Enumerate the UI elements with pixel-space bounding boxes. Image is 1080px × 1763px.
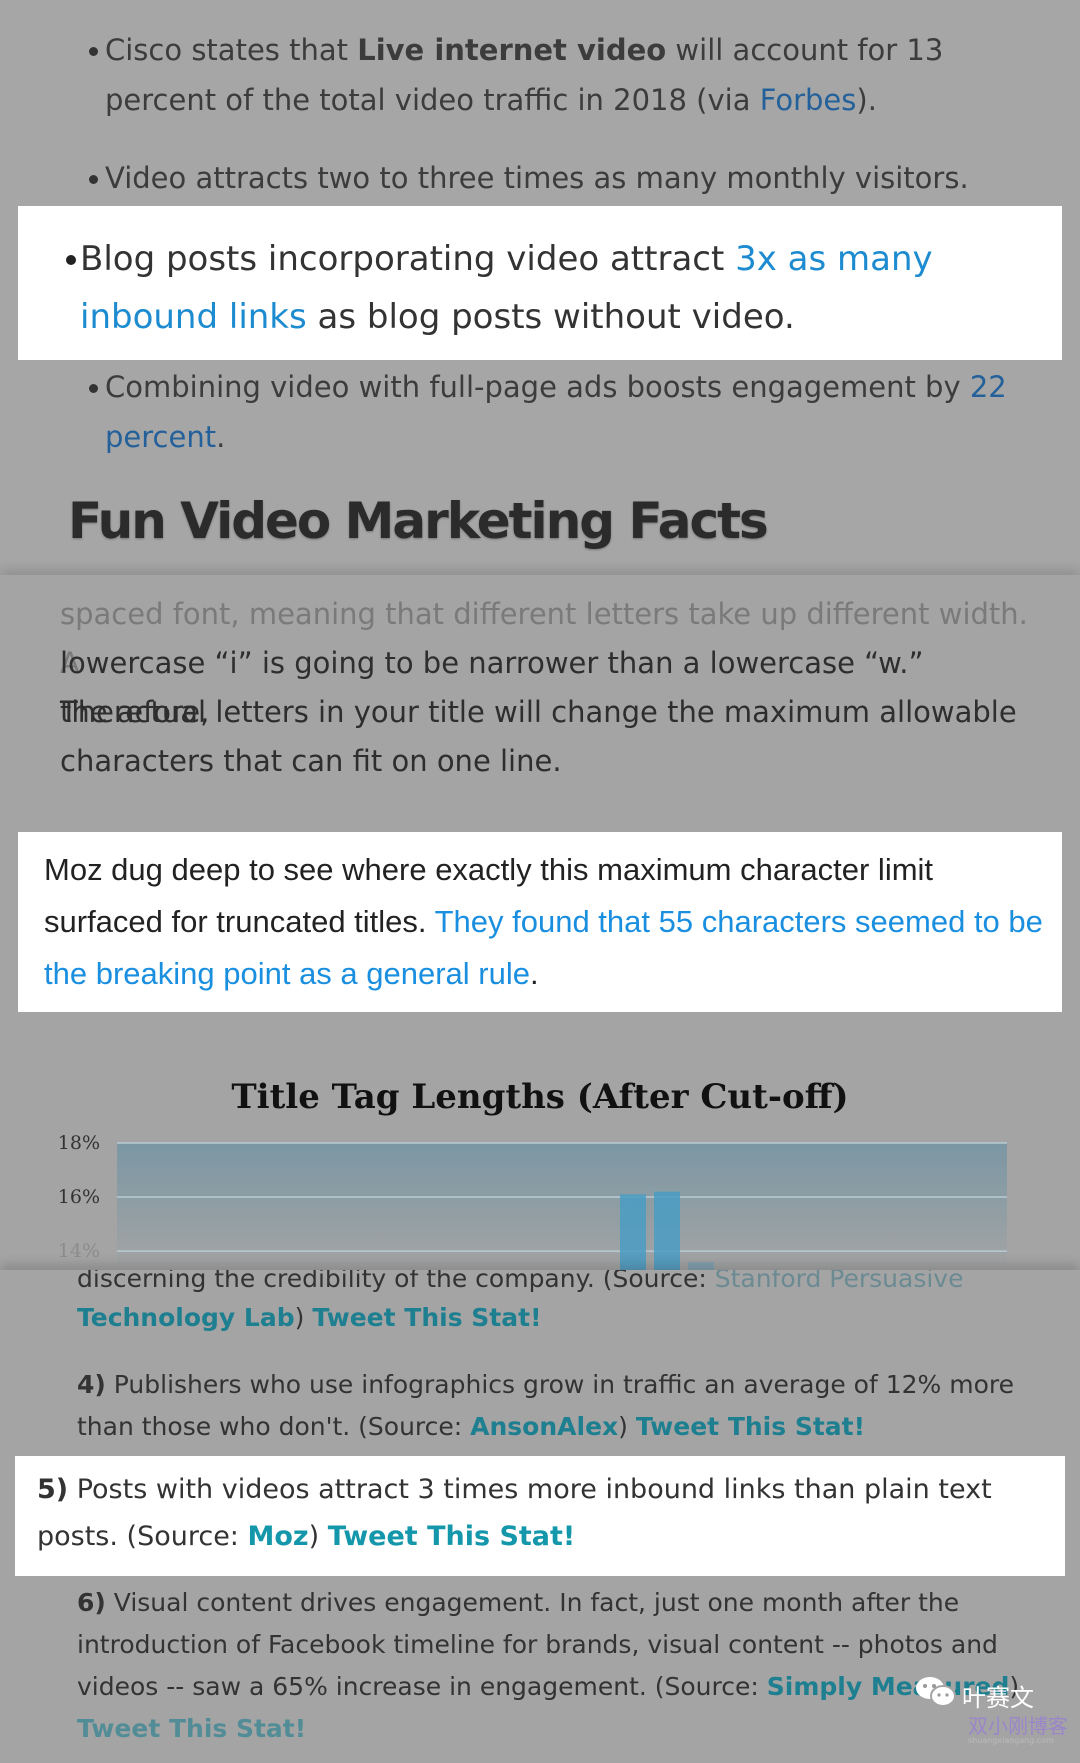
wechat-name: 叶赛文 (962, 1684, 1034, 1712)
bar (654, 1191, 680, 1270)
y-tick-label: 14% (58, 1240, 100, 1262)
section-infographic-stats: discerning the credibility of the compan… (0, 1270, 1080, 1763)
highlight-box: Blog posts incorporating video attract 3… (18, 206, 1062, 360)
highlight-text: Moz dug deep to see where exactly this m… (44, 852, 1043, 991)
y-tick-label: 18% (58, 1135, 100, 1154)
tweet-stat-link[interactable]: Tweet This Stat! (328, 1521, 575, 1552)
list-item: 5) Posts with videos attract 3 times mor… (37, 1474, 992, 1552)
bullet-full-page-ads: Combining video with full-page ads boost… (89, 362, 1035, 462)
moz-link[interactable]: Moz (248, 1521, 309, 1552)
section-title-length: spaced font, meaning that different lett… (0, 575, 1080, 1270)
ansonalex-link[interactable]: AnsonAlex (470, 1412, 618, 1441)
bar-chart: 18% 16% 14% (58, 1135, 1007, 1270)
bullet-visitors: Video attracts two to three times as man… (89, 153, 1035, 203)
highlight-box: 5) Posts with videos attract 3 times mor… (15, 1456, 1065, 1576)
faded-text: discerning the credibility of the compan… (77, 1270, 964, 1293)
wechat-icon (916, 1677, 956, 1707)
highlight-box: Moz dug deep to see where exactly this m… (18, 832, 1062, 1012)
source-line: Technology Lab) Tweet This Stat! (77, 1303, 542, 1332)
y-tick-label: 16% (58, 1186, 100, 1208)
list-item: 4) Publishers who use infographics grow … (77, 1370, 1014, 1441)
section-video-stats: Cisco states that Live internet video wi… (0, 0, 1080, 575)
watermark: 叶赛文 双小刚博客 shuangxiaogang.com (910, 1672, 1070, 1757)
blog-url: shuangxiaogang.com (968, 1736, 1054, 1745)
text-line: characters that can fit on one line. (60, 744, 562, 778)
tweet-stat-link[interactable]: Tweet This Stat! (77, 1714, 306, 1743)
highlight-text: Blog posts incorporating video attract 3… (66, 230, 1050, 346)
tweet-stat-link[interactable]: Tweet This Stat! (636, 1412, 865, 1441)
bar (688, 1261, 714, 1270)
forbes-link[interactable]: Forbes (760, 83, 857, 117)
chart-title: Title Tag Lengths (After Cut-off) (231, 1077, 849, 1117)
list-item: 6) Visual content drives engagement. In … (77, 1588, 1020, 1743)
section-heading: Fun Video Marketing Facts (68, 492, 769, 550)
text-line: the actual letters in your title will ch… (60, 695, 1017, 729)
blog-name: 双小刚博客 (968, 1714, 1068, 1738)
stanford-link[interactable]: Technology Lab (77, 1303, 295, 1332)
bar (620, 1194, 646, 1270)
bullet-cisco: Cisco states that Live internet video wi… (89, 25, 1035, 125)
tweet-stat-link[interactable]: Tweet This Stat! (312, 1303, 541, 1332)
